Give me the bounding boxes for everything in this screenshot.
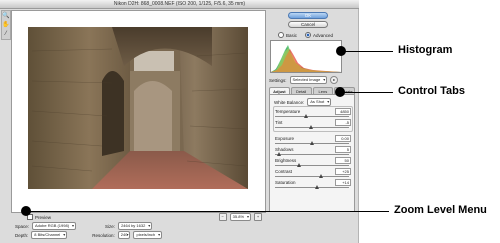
white-balance-select[interactable]: As Shot: [307, 98, 332, 106]
resolution-unit-select[interactable]: pixels/inch: [133, 231, 163, 239]
preview-toggle[interactable]: Preview: [27, 214, 51, 220]
shadows-track[interactable]: [275, 152, 349, 156]
camera-raw-dialog: Nikon D2H: 868_0008.NEF (ISO 200, 1/125,…: [0, 0, 359, 243]
size-select[interactable]: 2464 by 1632: [118, 222, 153, 230]
zoom-level-menu[interactable]: 35.8%: [229, 213, 251, 221]
control-tabs-callout-label: Control Tabs: [398, 85, 466, 97]
exposure-label: Exposure: [275, 136, 295, 141]
saturation-slider: Saturation +14: [275, 179, 351, 191]
zoom-callout-line: [26, 211, 389, 212]
zoom-out-button[interactable]: −: [218, 213, 227, 221]
histogram-graph: [271, 45, 341, 72]
white-balance-label: White Balance:: [274, 99, 305, 105]
resolution-label: Resolution:: [92, 232, 115, 238]
temperature-track[interactable]: [275, 114, 349, 118]
settings-label: Settings:: [269, 77, 287, 83]
cancel-button[interactable]: Cancel: [288, 21, 328, 28]
advanced-radio[interactable]: [305, 32, 312, 38]
temperature-thumb[interactable]: [304, 114, 309, 118]
image-preview: [11, 10, 266, 213]
depth-label: Depth:: [15, 232, 29, 238]
exposure-thumb[interactable]: [310, 141, 314, 145]
tool-palette: 🔍 ✋ ⁄: [1, 10, 11, 40]
settings-menu-icon[interactable]: ▸: [330, 76, 339, 84]
saturation-track[interactable]: [275, 185, 349, 189]
control-tabs-callout-line: [340, 92, 393, 93]
basic-mode-option[interactable]: Basic: [278, 32, 297, 38]
tint-track[interactable]: [275, 125, 349, 129]
temperature-value[interactable]: 4850: [335, 108, 351, 115]
settings-select[interactable]: Selected Image: [289, 76, 328, 84]
saturation-label: Saturation: [275, 180, 296, 185]
alley-photo: [12, 11, 265, 212]
brightness-thumb[interactable]: [297, 163, 302, 167]
mode-selector: Basic Advanced: [278, 32, 333, 38]
basic-label: Basic: [286, 32, 298, 38]
white-balance-row: White Balance: As Shot: [274, 98, 332, 106]
brightness-track[interactable]: [275, 163, 349, 167]
exposure-value[interactable]: 0.00: [335, 135, 351, 142]
shadows-thumb[interactable]: [276, 152, 281, 156]
brightness-value[interactable]: 50: [335, 157, 351, 164]
brightness-label: Brightness: [275, 158, 297, 163]
tint-thumb[interactable]: [308, 125, 313, 129]
histogram: [270, 40, 342, 73]
tint-label: Tint: [275, 120, 283, 125]
zoom-level-control: − 35.8% +: [218, 213, 262, 221]
tint-slider: Tint -5: [275, 119, 351, 131]
advanced-mode-option[interactable]: Advanced: [305, 32, 333, 38]
saturation-value[interactable]: +14: [335, 179, 351, 186]
workflow-options: Preview − 35.8% + Space: Adobe RGB (1998…: [11, 213, 266, 243]
temperature-label: Temperature: [275, 109, 301, 114]
eyedropper-tool-icon[interactable]: ⁄: [2, 30, 10, 38]
saturation-thumb[interactable]: [315, 185, 320, 189]
space-size-row: Space: Adobe RGB (1998) Size: 2464 by 16…: [15, 222, 153, 230]
space-label: Space:: [15, 223, 30, 229]
zoom-callout-label: Zoom Level Menu: [394, 204, 487, 216]
tint-value[interactable]: -5: [335, 119, 351, 126]
space-select[interactable]: Adobe RGB (1998): [32, 222, 77, 230]
resolution-input[interactable]: 240: [117, 231, 131, 239]
ok-button[interactable]: OK: [288, 12, 328, 19]
contrast-value[interactable]: +25: [335, 168, 351, 175]
advanced-label: Advanced: [313, 32, 334, 38]
depth-select[interactable]: 8 Bits/Channel: [31, 231, 68, 239]
preview-row: Preview − 35.8% +: [11, 213, 266, 221]
settings-row: Settings: Selected Image ▸: [269, 76, 339, 84]
zoom-in-button[interactable]: +: [254, 213, 262, 221]
contrast-thumb[interactable]: [318, 174, 323, 178]
adjust-tab-content: White Balance: As Shot Temperature 4850 …: [269, 94, 355, 212]
histogram-callout-line: [341, 51, 393, 52]
contrast-track[interactable]: [275, 174, 349, 178]
zoom-tool-icon[interactable]: 🔍: [2, 12, 10, 20]
exposure-track[interactable]: [275, 141, 349, 145]
hand-tool-icon[interactable]: ✋: [2, 21, 10, 29]
contrast-label: Contrast: [275, 169, 293, 174]
settings-panel: OK Cancel Basic Advanced Settings: Selec…: [266, 10, 358, 232]
depth-resolution-row: Depth: 8 Bits/Channel Resolution: 240 pi…: [15, 231, 163, 239]
preview-label: Preview: [35, 214, 52, 220]
histogram-callout-label: Histogram: [398, 44, 453, 56]
basic-radio[interactable]: [278, 32, 284, 38]
shadows-value[interactable]: 5: [335, 146, 351, 153]
size-label: Size:: [105, 223, 116, 229]
window-title: Nikon D2H: 868_0008.NEF (ISO 200, 1/125,…: [0, 0, 359, 9]
